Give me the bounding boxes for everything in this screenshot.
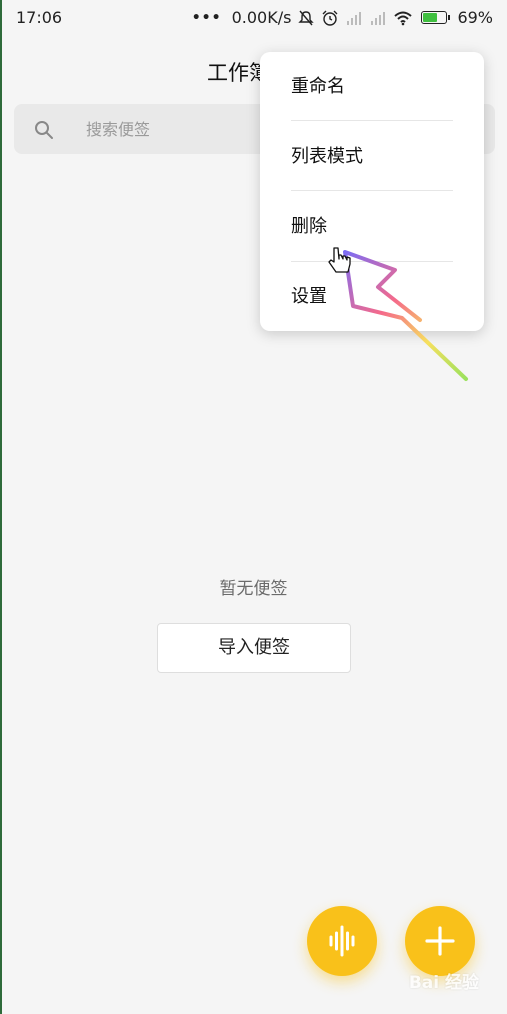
watermark: Bai 经验 xyxy=(409,968,479,993)
status-bar: 17:06 ••• 0.00K/s 69% xyxy=(0,0,507,34)
search-icon xyxy=(35,121,53,139)
mute-bell-icon xyxy=(298,10,315,25)
battery-level-fill xyxy=(423,13,438,22)
page-title[interactable]: 工作簿 xyxy=(207,57,267,87)
search-input[interactable] xyxy=(72,104,266,154)
battery-percent: 69% xyxy=(457,8,493,27)
wifi-icon xyxy=(394,11,413,25)
battery-icon xyxy=(421,11,451,24)
menu-item-rename[interactable]: 重命名 xyxy=(291,52,453,122)
status-time: 17:06 xyxy=(16,8,63,27)
menu-item-settings[interactable]: 设置 xyxy=(291,262,453,332)
plus-icon xyxy=(425,926,455,956)
menu-item-delete[interactable]: 删除 xyxy=(291,192,453,262)
menu-divider xyxy=(291,120,453,121)
menu-item-list-mode[interactable]: 列表模式 xyxy=(291,122,453,192)
overflow-menu: 重命名 列表模式 删除 设置 xyxy=(260,52,484,331)
signal-icon xyxy=(371,11,386,25)
more-dots-icon: ••• xyxy=(191,9,222,26)
signal-icon xyxy=(347,11,362,25)
watermark-text: Bai 经验 xyxy=(408,973,479,993)
import-notes-button[interactable]: 导入便签 xyxy=(157,623,351,673)
waveform-icon xyxy=(329,925,355,957)
voice-note-button[interactable] xyxy=(307,906,377,976)
network-speed: 0.00K/s xyxy=(231,8,292,27)
menu-divider xyxy=(291,190,453,191)
empty-state-text: 暂无便签 xyxy=(219,579,288,599)
status-icons: ••• 0.00K/s 69% xyxy=(192,8,493,27)
alarm-icon xyxy=(322,10,338,26)
add-note-button[interactable] xyxy=(405,906,475,976)
